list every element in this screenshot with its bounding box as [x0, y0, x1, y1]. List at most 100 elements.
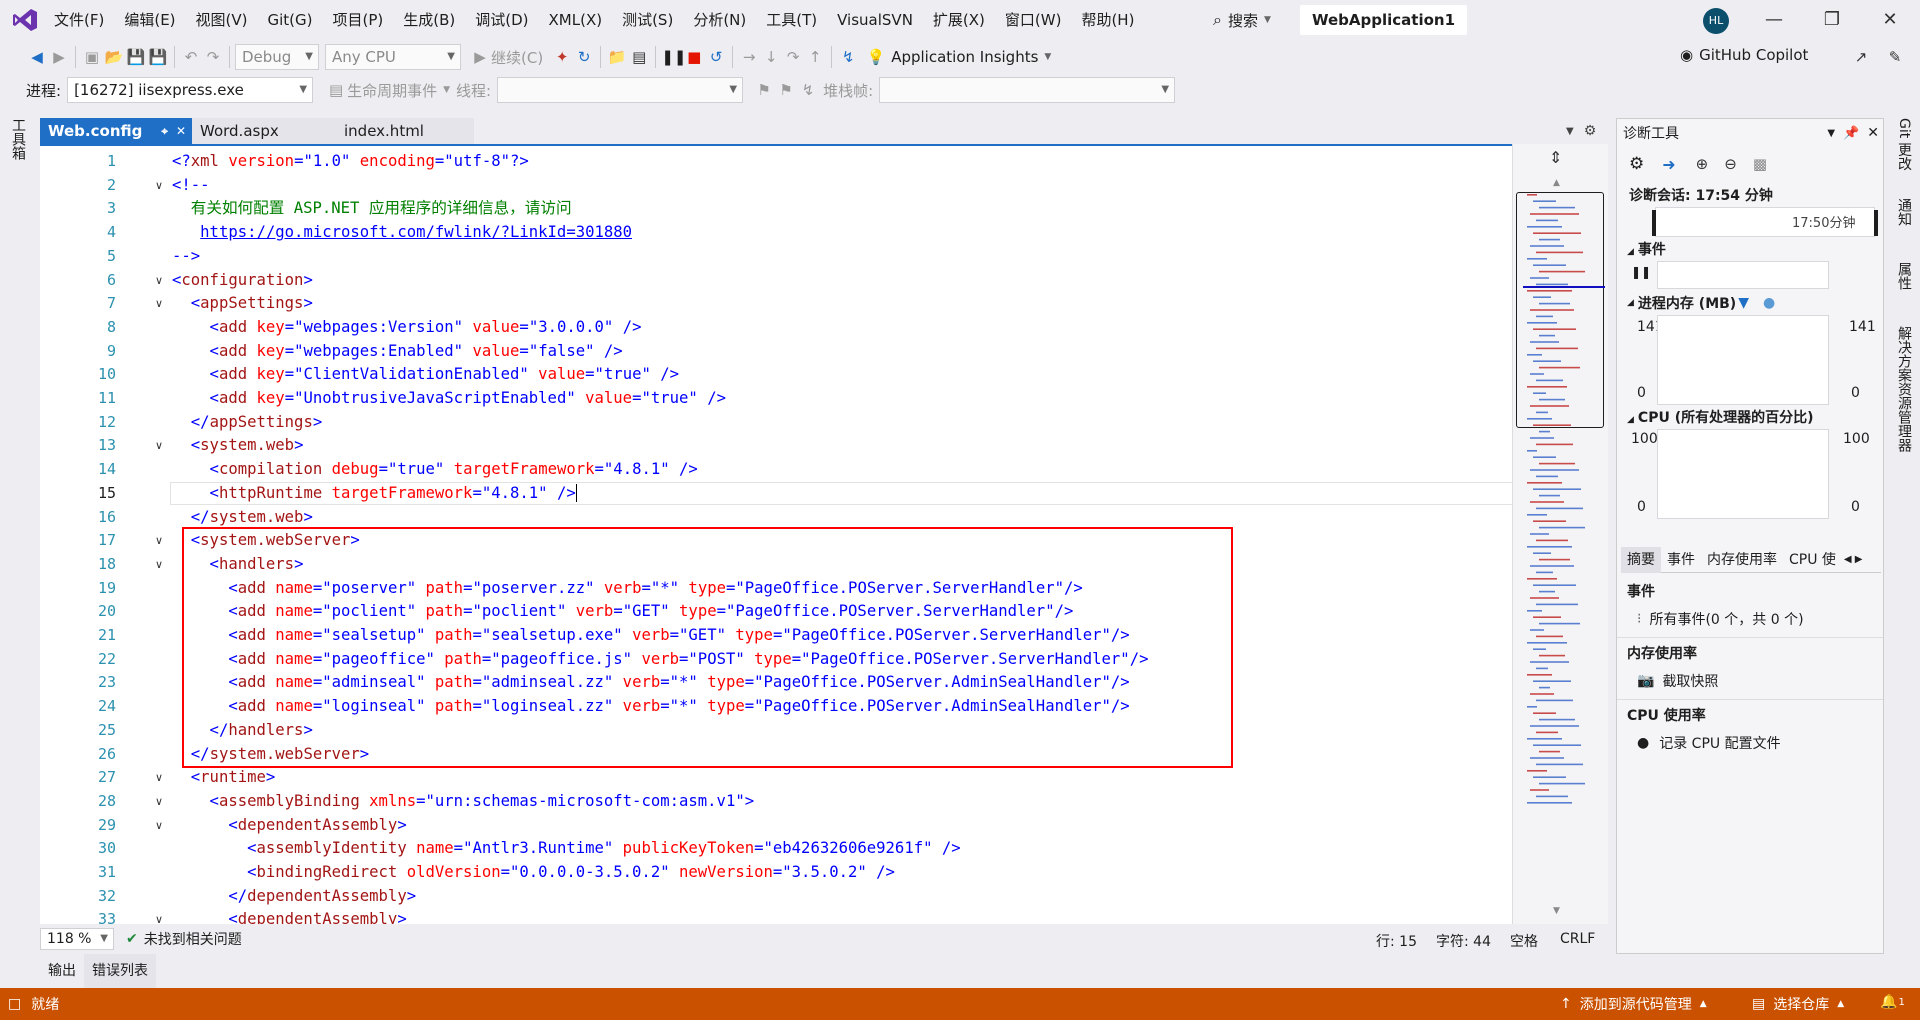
fold-toggle-icon[interactable]: ∨: [152, 434, 166, 458]
add-source-control-button[interactable]: ↑ 添加到源代码管理 ▲: [1560, 994, 1707, 1014]
code-line[interactable]: <add key="webpages:Version" value="3.0.0…: [172, 316, 642, 340]
platform-select[interactable]: Any CPU ▼: [325, 44, 461, 70]
fold-toggle-icon[interactable]: ∨: [152, 292, 166, 316]
timeline-ruler[interactable]: 17:50分钟: [1652, 207, 1878, 237]
zoom-in-icon[interactable]: ⊕: [1696, 155, 1709, 173]
memory-header[interactable]: ◢ 进程内存 (MB) ▼ ●: [1627, 293, 1775, 313]
code-line[interactable]: <assemblyBinding xmlns="urn:schemas-micr…: [172, 790, 755, 814]
feedback-icon[interactable]: ✎: [1884, 46, 1906, 68]
issues-status[interactable]: 未找到相关问题: [144, 929, 242, 949]
all-events-link[interactable]: ⁝ 所有事件(0 个，共 0 个): [1637, 609, 1804, 629]
right-strip-tab[interactable]: 通知: [1894, 198, 1914, 226]
fold-toggle-icon[interactable]: ∨: [152, 814, 166, 838]
avatar[interactable]: HL: [1703, 8, 1729, 34]
visual-studio-logo-icon[interactable]: [12, 7, 38, 33]
menu-item[interactable]: 编辑(E): [114, 0, 185, 40]
menu-item[interactable]: 项目(P): [323, 0, 394, 40]
menu-item[interactable]: Git(G): [258, 0, 323, 40]
code-line[interactable]: <dependentAssembly>: [172, 814, 406, 838]
stackframe-select[interactable]: ▼: [879, 77, 1176, 103]
code-line[interactable]: <assemblyIdentity name="Antlr3.Runtime" …: [172, 837, 961, 861]
save-icon[interactable]: 💾: [125, 46, 147, 68]
back-icon[interactable]: ◀: [26, 46, 48, 68]
refresh-icon[interactable]: ↻: [573, 46, 595, 68]
restart-icon[interactable]: ↺: [705, 46, 727, 68]
fold-toggle-icon[interactable]: ∨: [152, 766, 166, 790]
code-line[interactable]: <httpRuntime targetFramework="4.8.1" />: [172, 482, 577, 506]
cpu-chart[interactable]: [1657, 429, 1829, 519]
gear-icon[interactable]: ⚙: [1629, 154, 1644, 174]
forward-icon[interactable]: ▶: [48, 46, 70, 68]
line-indicator[interactable]: 行: 15: [1376, 931, 1417, 951]
code-line[interactable]: </appSettings>: [172, 411, 322, 435]
menu-item[interactable]: 测试(S): [612, 0, 683, 40]
restore-icon[interactable]: ❐: [1804, 0, 1860, 40]
events-header[interactable]: ◢ 事件: [1627, 239, 1666, 259]
take-snapshot-button[interactable]: 📷 截取快照: [1637, 671, 1718, 691]
code-line[interactable]: <configuration>: [172, 269, 313, 293]
step-over-icon[interactable]: →: [738, 46, 760, 68]
char-indicator[interactable]: 字符: 44: [1436, 931, 1491, 951]
thread-select[interactable]: ▼: [497, 77, 744, 103]
code-map-icon[interactable]: ↯: [837, 46, 859, 68]
code-line[interactable]: <add key="webpages:Enabled" value="false…: [172, 340, 623, 364]
document-tab[interactable]: Web.config ⌖ ✕: [40, 118, 192, 144]
step-into-icon[interactable]: ↓: [760, 46, 782, 68]
lightbulb-icon[interactable]: 💡: [865, 46, 887, 68]
document-tab[interactable]: index.html: [336, 118, 474, 144]
menu-item[interactable]: VisualSVN: [827, 0, 923, 40]
select-tools-icon[interactable]: ➜: [1662, 155, 1675, 174]
insights-label[interactable]: Application Insights: [891, 48, 1038, 66]
cpu-header[interactable]: ◢ CPU (所有处理器的百分比): [1627, 407, 1814, 427]
menu-item[interactable]: 扩展(X): [923, 0, 995, 40]
code-editor[interactable]: 1 2 3 4 5 6 7 8 9 10 11 12 13 14 15 16 17 18 19 20 21 22 23 24 2…: [40, 144, 1512, 924]
menu-item[interactable]: 文件(F): [44, 0, 114, 40]
toolbox-tab[interactable]: 工具箱: [8, 118, 28, 160]
code-line[interactable]: <runtime>: [172, 766, 276, 790]
window-layout-icon[interactable]: ▤: [628, 46, 650, 68]
zoom-select[interactable]: 118 % ▼: [40, 928, 114, 950]
diag-tab[interactable]: 内存使用率: [1701, 547, 1783, 573]
filter-thread-icon[interactable]: ⚑: [775, 79, 797, 101]
menu-item[interactable]: 生成(B): [393, 0, 465, 40]
new-item-icon[interactable]: ▣: [81, 46, 103, 68]
code-line[interactable]: <dependentAssembly>: [172, 908, 406, 924]
menu-item[interactable]: 帮助(H): [1071, 0, 1144, 40]
code-line[interactable]: <bindingRedirect oldVersion="0.0.0.0-3.5…: [172, 861, 895, 885]
pause-icon[interactable]: ❚❚: [1631, 265, 1651, 279]
continue-icon[interactable]: ▶: [469, 46, 491, 68]
menu-item[interactable]: 分析(N): [683, 0, 756, 40]
right-strip-tab[interactable]: 属性: [1894, 262, 1914, 290]
search-box[interactable]: ⌕ 搜索 ▼: [1205, 6, 1279, 34]
diag-tab[interactable]: 摘要: [1621, 546, 1661, 573]
scroll-map[interactable]: ⇕ ▲ ▼: [1512, 144, 1608, 924]
eol-indicator[interactable]: CRLF: [1560, 931, 1595, 947]
chevron-down-icon[interactable]: ▼: [1044, 52, 1051, 62]
code-line[interactable]: https://go.microsoft.com/fwlink/?LinkId=…: [172, 221, 632, 245]
record-cpu-button[interactable]: ● 记录 CPU 配置文件: [1637, 733, 1781, 753]
menu-item[interactable]: XML(X): [539, 0, 613, 40]
fold-toggle-icon[interactable]: ∨: [152, 269, 166, 293]
close-tab-icon[interactable]: ✕: [176, 118, 186, 144]
minimize-icon[interactable]: —: [1746, 0, 1802, 40]
code-line[interactable]: <add key="ClientValidationEnabled" value…: [172, 363, 680, 387]
undo-icon[interactable]: ↶: [180, 46, 202, 68]
process-select[interactable]: [16272] iisexpress.exe ▼: [67, 77, 314, 103]
copilot-button[interactable]: ◉ GitHub Copilot: [1680, 46, 1808, 64]
step-back-icon[interactable]: ↷: [782, 46, 804, 68]
gear-icon[interactable]: ⚙: [1584, 123, 1597, 139]
code-line[interactable]: </dependentAssembly>: [172, 885, 416, 909]
whitespace-indicator[interactable]: 空格: [1510, 931, 1538, 951]
open-folder-icon[interactable]: 📂: [103, 46, 125, 68]
redo-icon[interactable]: ↷: [202, 46, 224, 68]
menu-item[interactable]: 工具(T): [756, 0, 827, 40]
document-tab[interactable]: Word.aspx: [192, 118, 336, 144]
code-line[interactable]: -->: [172, 245, 200, 269]
fold-toggle-icon[interactable]: ∨: [152, 553, 166, 577]
tab-list-icon[interactable]: ▼: [1566, 126, 1574, 137]
zoom-out-icon[interactable]: ⊖: [1724, 155, 1737, 173]
expand-icon[interactable]: ↯: [797, 79, 819, 101]
code-line[interactable]: <appSettings>: [172, 292, 313, 316]
code-line[interactable]: </system.web>: [172, 506, 313, 530]
fold-toggle-icon[interactable]: ∨: [152, 529, 166, 553]
